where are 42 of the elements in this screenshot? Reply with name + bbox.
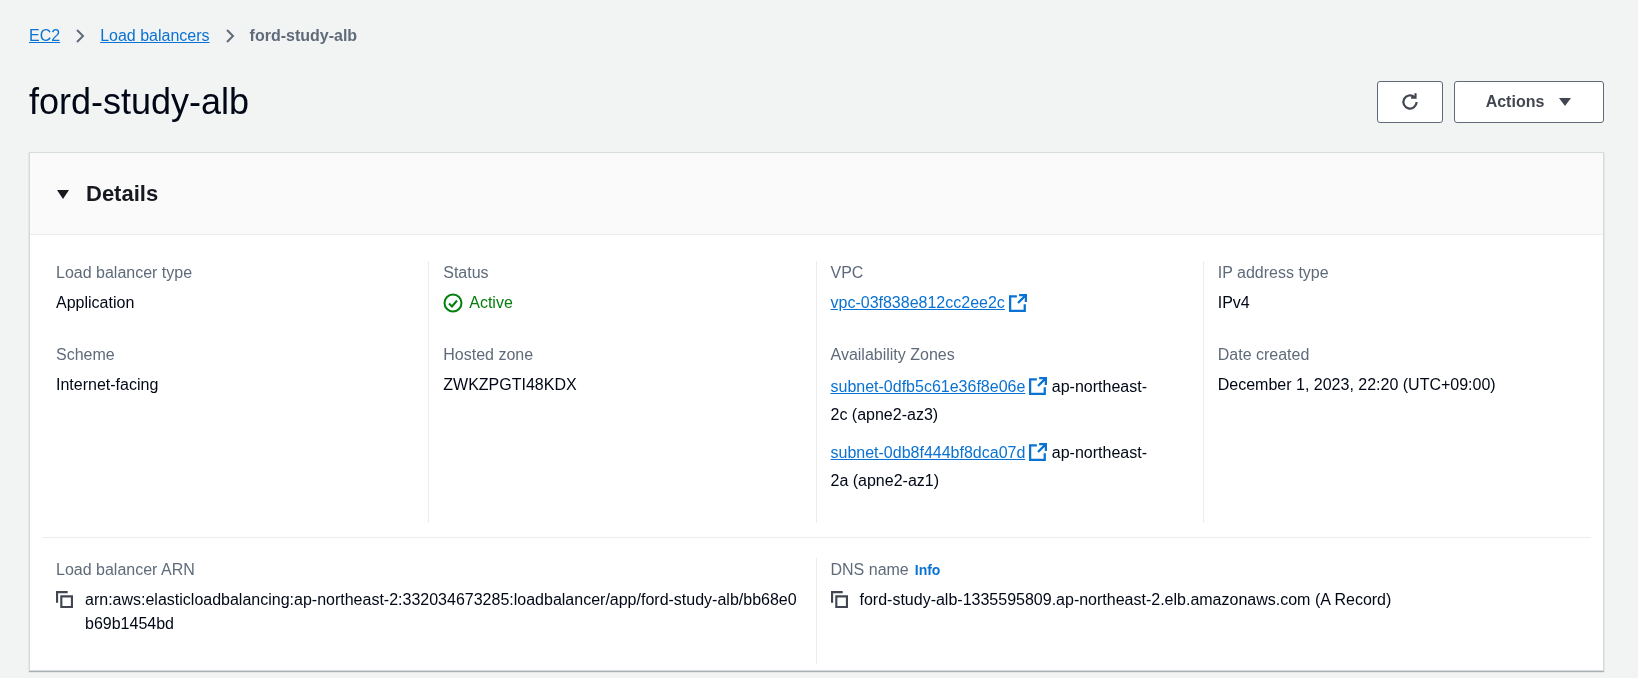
- chevron-right-icon: [74, 28, 87, 44]
- field-label: IP address type: [1217, 263, 1330, 283]
- subnet-link[interactable]: subnet-0dfb5c61e36f8e06e: [830, 378, 1026, 395]
- vpc-link[interactable]: vpc-03f838e812cc2ee2c: [830, 291, 1005, 315]
- refresh-button[interactable]: [1377, 81, 1443, 123]
- copy-icon[interactable]: [56, 591, 73, 608]
- field-label: Availability Zones: [830, 345, 956, 365]
- breadcrumb-current: ford-study-alb: [249, 26, 358, 46]
- field-label: VPC: [830, 263, 865, 283]
- details-header[interactable]: Details: [30, 153, 1603, 235]
- field-value: IPv4: [1217, 293, 1251, 313]
- subnet-entry: subnet-0db8f444bf8dca07d ap-northeast-2a (apne2-az1): [830, 442, 1148, 491]
- field-label: Scheme: [56, 345, 116, 365]
- external-link-icon: [1008, 294, 1027, 312]
- breadcrumb-link[interactable]: EC2: [29, 24, 61, 48]
- field-label: Load balancer ARN: [56, 560, 196, 580]
- caret-icon: [56, 187, 70, 200]
- chevron-right-icon: [223, 28, 236, 44]
- copyable-value: arn:aws:elasticloadbalancing:ap-northeast-2:332034673285:loadbalancer/app/ford-study-alb/bb68e0b69b1454bd: [85, 590, 798, 634]
- breadcrumb-link[interactable]: Load balancers: [100, 24, 210, 48]
- field-label: Status: [443, 263, 490, 283]
- field-value: ZWKZPGTI48KDX: [443, 375, 578, 395]
- status-text: Active: [469, 293, 513, 313]
- caret-down-icon: [1558, 97, 1573, 107]
- field-label: Hosted zone: [443, 345, 535, 365]
- field-value: December 1, 2023, 22:20 (UTC+09:00): [1217, 375, 1497, 395]
- external-link-icon: [1029, 443, 1048, 461]
- field-value: Application: [56, 293, 136, 313]
- copyable-value: ford-study-alb-1335595809.ap-northeast-2.elb.amazonaws.com (A Record): [859, 590, 1392, 610]
- field-label: DNS name: [830, 560, 909, 580]
- field-value: Internet-facing: [56, 375, 160, 395]
- field-label: Date created: [1217, 345, 1311, 365]
- actions-button[interactable]: Actions: [1454, 81, 1604, 123]
- copy-icon[interactable]: [830, 591, 848, 608]
- field-label: Load balancer type: [56, 263, 194, 283]
- refresh-icon: [1399, 91, 1421, 113]
- check-circle-icon: [443, 293, 464, 313]
- subnet-entry: subnet-0dfb5c61e36f8e06e ap-northeast-2c (apne2-az3): [830, 376, 1148, 425]
- external-link-icon: [1029, 377, 1048, 395]
- page-title: ford-study-alb: [29, 80, 250, 124]
- subnet-link[interactable]: subnet-0db8f444bf8dca07d: [830, 444, 1026, 461]
- info-link[interactable]: Info: [914, 560, 941, 581]
